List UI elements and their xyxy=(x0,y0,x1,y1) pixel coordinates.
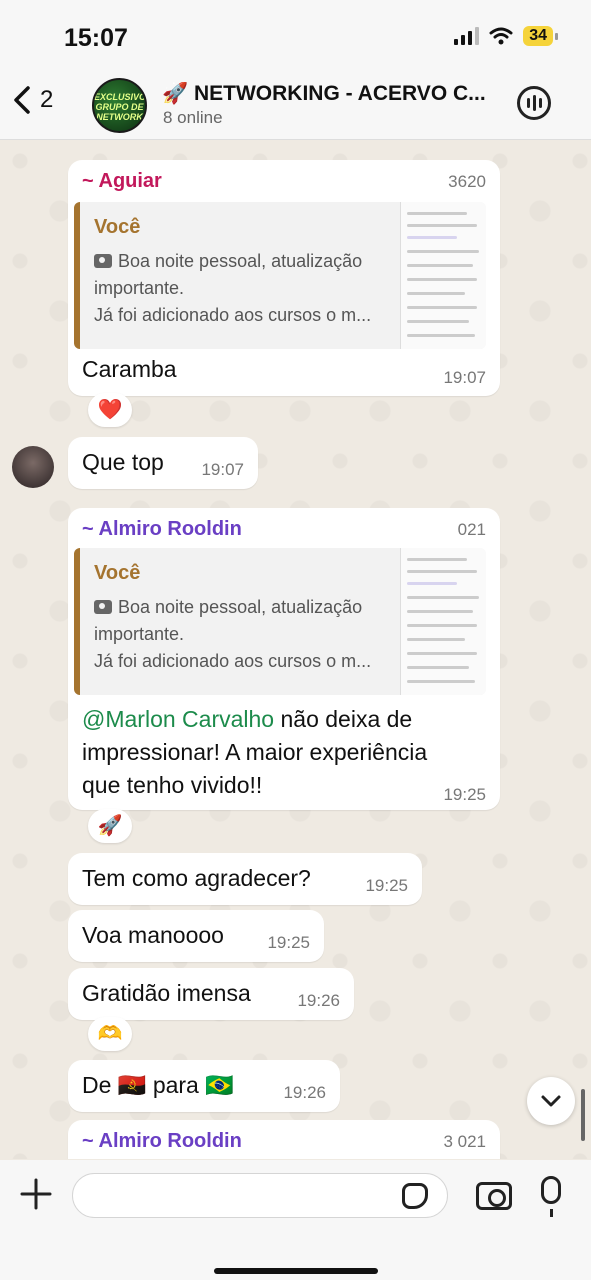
quote-text: Boa noite pessoal, atualização important… xyxy=(94,248,404,329)
message-bubble[interactable]: Tem como agradecer? 19:25 xyxy=(68,853,422,905)
battery-indicator: 34 xyxy=(523,26,558,46)
mention-link[interactable]: @Marlon Carvalho xyxy=(82,706,274,732)
message-text: Tem como agradecer? xyxy=(82,865,311,891)
sender-name[interactable]: ~ Almiro Rooldin xyxy=(82,1130,242,1153)
message-text: Voa manoooo xyxy=(82,922,224,948)
sender-phone: 021 xyxy=(457,520,486,539)
message-line: impressionar! A maior experiência xyxy=(82,739,428,765)
scrollbar[interactable] xyxy=(581,1089,585,1141)
signal-icon xyxy=(454,27,480,45)
avatar-text: EXCLUSIVO GRUPO DE NETWORK xyxy=(94,92,147,122)
quote-thumbnail xyxy=(400,202,486,349)
chevron-down-icon xyxy=(541,1095,561,1107)
reaction[interactable]: ❤️ xyxy=(88,393,132,427)
plus-icon[interactable] xyxy=(20,1178,52,1210)
quote-author: Você xyxy=(94,562,141,584)
online-count: 8 online xyxy=(163,108,223,127)
message-text: De 🇦🇴 para 🇧🇷 xyxy=(82,1072,234,1098)
quote-line: Boa noite pessoal, atualização xyxy=(118,597,363,617)
message-bubble[interactable]: Voa manoooo 19:25 xyxy=(68,910,324,962)
message-bubble[interactable]: De 🇦🇴 para 🇧🇷 19:26 xyxy=(68,1060,340,1112)
status-time: 15:07 xyxy=(64,24,128,52)
message-line: não deixa de xyxy=(274,706,413,732)
voice-chat-icon[interactable] xyxy=(517,86,551,120)
unread-count: 2 xyxy=(40,86,54,113)
message-bubble[interactable]: ~ Almiro Rooldin 021 Você Boa noite pess… xyxy=(68,508,500,810)
message-time: 19:07 xyxy=(201,460,244,479)
chevron-left-icon xyxy=(14,86,30,114)
reaction[interactable]: 🚀 xyxy=(88,809,132,843)
message-time: 19:25 xyxy=(267,933,310,952)
sender-name[interactable]: ~ Almiro Rooldin xyxy=(82,518,242,541)
status-bar: 15:07 34 xyxy=(0,0,591,70)
message-time: 19:25 xyxy=(365,876,408,895)
quote-text: Boa noite pessoal, atualização important… xyxy=(94,594,404,675)
message-line: que tenho vivido!! xyxy=(82,772,263,798)
message-bubble[interactable]: ~ Aguiar 3620 Você Boa noite pessoal, at… xyxy=(68,160,500,396)
message-time: 19:26 xyxy=(283,1083,326,1102)
quote-line: importante. xyxy=(94,624,185,644)
wifi-icon xyxy=(489,27,513,45)
camera-icon xyxy=(94,254,112,268)
home-indicator xyxy=(214,1268,378,1274)
chat-title[interactable]: 🚀 NETWORKING - ACERVO C... xyxy=(162,82,502,106)
quote-line: Boa noite pessoal, atualização xyxy=(118,251,363,271)
quote-thumbnail xyxy=(400,548,486,695)
chat-header: 2 EXCLUSIVO GRUPO DE NETWORK 🚀 NETWORKIN… xyxy=(0,70,591,140)
sender-phone: 3 021 xyxy=(443,1132,486,1151)
message-text: Caramba xyxy=(82,356,177,382)
group-avatar[interactable]: EXCLUSIVO GRUPO DE NETWORK xyxy=(92,78,147,133)
message-text: Que top xyxy=(82,449,164,475)
back-button[interactable]: 2 xyxy=(12,84,53,116)
message-time: 19:25 xyxy=(443,785,486,804)
camera-icon xyxy=(94,600,112,614)
message-text: @Marlon Carvalho não deixa de impression… xyxy=(82,703,482,802)
message-bubble[interactable]: Que top 19:07 xyxy=(68,437,258,489)
message-time: 19:07 xyxy=(443,368,486,387)
scroll-down-button[interactable] xyxy=(527,1077,575,1125)
sender-name[interactable]: ~ Aguiar xyxy=(82,170,162,193)
message-bubble[interactable]: Gratidão imensa 19:26 xyxy=(68,968,354,1020)
reaction[interactable]: 🫶 xyxy=(88,1017,132,1051)
quote-line: importante. xyxy=(94,278,185,298)
sender-avatar[interactable] xyxy=(12,446,54,488)
sender-phone: 3620 xyxy=(448,172,486,191)
camera-icon[interactable] xyxy=(476,1182,512,1210)
composer-bar xyxy=(0,1160,591,1280)
quote-author: Você xyxy=(94,216,141,238)
quoted-message[interactable]: Você Boa noite pessoal, atualização impo… xyxy=(74,548,486,695)
quote-line: Já foi adicionado aos cursos o m... xyxy=(94,305,372,325)
quote-line: Já foi adicionado aos cursos o m... xyxy=(94,651,372,671)
quoted-message[interactable]: Você Boa noite pessoal, atualização impo… xyxy=(74,202,486,349)
message-input[interactable] xyxy=(72,1173,448,1218)
message-time: 19:26 xyxy=(297,991,340,1010)
message-text: Gratidão imensa xyxy=(82,980,251,1006)
status-icons: 34 xyxy=(454,26,558,46)
message-bubble[interactable]: ~ Almiro Rooldin 3 021 xyxy=(68,1120,500,1159)
microphone-icon[interactable] xyxy=(541,1176,561,1217)
message-list[interactable]: ~ Aguiar 3620 Você Boa noite pessoal, at… xyxy=(0,141,591,1159)
